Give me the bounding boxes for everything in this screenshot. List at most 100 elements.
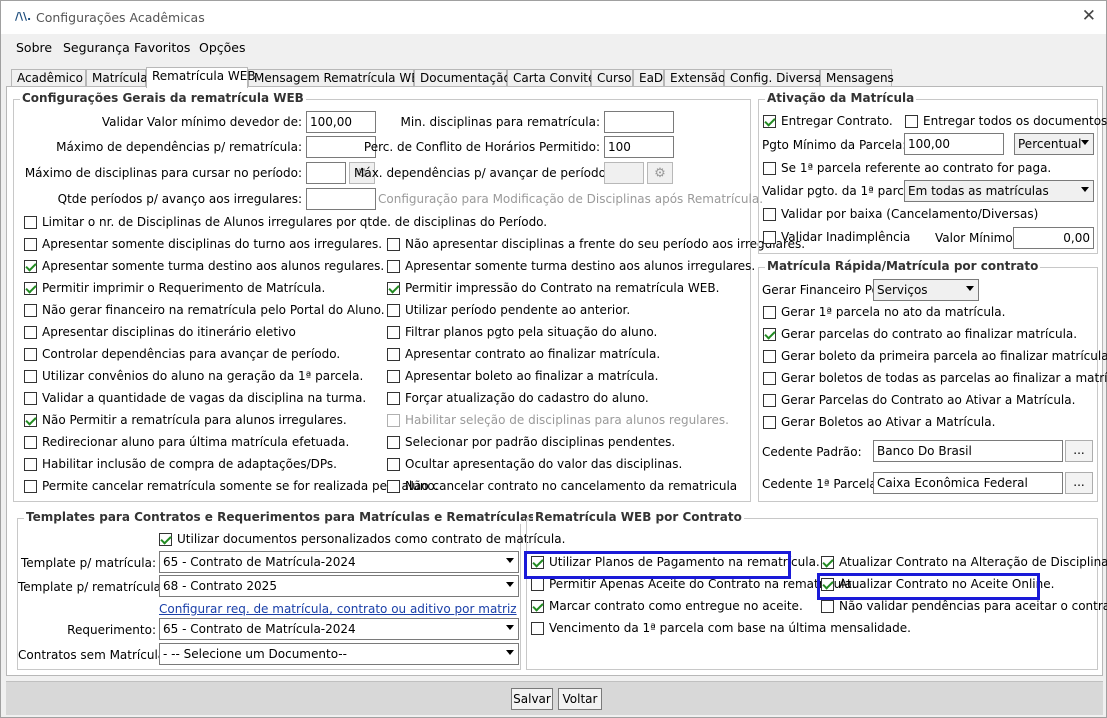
- checkbox-row[interactable]: Gerar boleto da primeira parcela ao fina…: [763, 349, 1107, 363]
- checkbox-box[interactable]: [821, 555, 834, 569]
- checkbox-row[interactable]: Controlar dependências para avançar de p…: [24, 347, 340, 361]
- checkbox-row[interactable]: Redirecionar aluno para última matrícula…: [24, 435, 349, 449]
- validar-pgto-select[interactable]: Em todas as matrículas: [904, 180, 1094, 202]
- checkbox-row[interactable]: Apresentar disciplinas do itinerário ele…: [24, 325, 296, 339]
- checkbox-row[interactable]: Apresentar somente disciplinas do turno …: [24, 237, 382, 251]
- tab-mensagem-rematricula-web[interactable]: Mensagem Rematrícula WEB: [248, 69, 427, 87]
- checkbox-box[interactable]: [24, 391, 37, 405]
- checkbox-box[interactable]: [763, 371, 776, 385]
- checkbox-row[interactable]: Filtrar planos pgto pela situação do alu…: [387, 325, 657, 339]
- checkbox-row[interactable]: Apresentar contrato ao finalizar matrícu…: [387, 347, 660, 361]
- tab-extensao[interactable]: Extensão: [664, 69, 725, 87]
- valor-minimo-input[interactable]: 0,00: [1013, 227, 1094, 249]
- checkbox-box[interactable]: [763, 207, 776, 221]
- checkbox-row[interactable]: Não gerar financeiro na rematrícula pelo…: [24, 303, 385, 317]
- checkbox-box[interactable]: [387, 457, 400, 471]
- checkbox-box[interactable]: [821, 599, 834, 613]
- tab-curso[interactable]: Curso: [591, 69, 633, 87]
- cedente-padrao-input[interactable]: Banco Do Brasil: [873, 440, 1063, 462]
- template-matricula-select[interactable]: 65 - Contrato de Matrícula-2024: [159, 551, 519, 573]
- perc-conflito-input[interactable]: 100: [604, 136, 674, 158]
- checkbox-row[interactable]: Vencimento da 1ª parcela com base na últ…: [531, 621, 911, 635]
- checkbox-box[interactable]: [763, 161, 776, 175]
- menu-sobre[interactable]: Sobre: [16, 40, 52, 55]
- tab-academico[interactable]: Acadêmico: [11, 69, 86, 87]
- cedente-primeira-browse-button[interactable]: ...: [1065, 472, 1093, 494]
- checkbox-box[interactable]: [387, 391, 400, 405]
- checkbox-row[interactable]: Utilizar convênios do aluno na geração d…: [24, 369, 363, 383]
- validar-valor-input[interactable]: 100,00: [306, 111, 376, 133]
- menu-seguranca[interactable]: Segurança: [63, 40, 130, 55]
- tab-mensagens[interactable]: Mensagens: [820, 69, 894, 87]
- checkbox-row[interactable]: Forçar atualização do cadastro do aluno.: [387, 391, 649, 405]
- checkbox-row[interactable]: Selecionar por padrão disciplinas penden…: [387, 435, 675, 449]
- checkbox-box[interactable]: [905, 114, 918, 128]
- checkbox-box[interactable]: [387, 347, 400, 361]
- checkbox-row[interactable]: Utilizar período pendente ao anterior.: [387, 303, 630, 317]
- checkbox-box[interactable]: [24, 281, 37, 295]
- checkbox-box[interactable]: [24, 259, 37, 273]
- menu-favoritos[interactable]: Favoritos: [134, 40, 190, 55]
- checkbox-row[interactable]: Permitir imprimir o Requerimento de Matr…: [24, 281, 325, 295]
- limitar-checkbox[interactable]: Limitar o nr. de Disciplinas de Alunos i…: [24, 215, 547, 229]
- checkbox-row[interactable]: Validar a quantidade de vagas da discipl…: [24, 391, 366, 405]
- checkbox-box[interactable]: [763, 393, 776, 407]
- template-rematricula-select[interactable]: 68 - Contrato 2025: [159, 575, 519, 597]
- checkbox-row[interactable]: Apresentar somente turma destino aos alu…: [24, 259, 384, 273]
- checkbox-box[interactable]: [387, 237, 400, 251]
- checkbox-row[interactable]: Gerar Parcelas do Contrato ao Ativar a M…: [763, 393, 1075, 407]
- entregar-todos-checkbox[interactable]: Entregar todos os documentos.: [905, 114, 1107, 128]
- checkbox-row[interactable]: Permitir Apenas Aceite do Contrato na re…: [531, 577, 856, 591]
- checkbox-box[interactable]: [763, 327, 776, 341]
- checkbox-row[interactable]: Habilitar seleção de disciplinas para al…: [387, 413, 729, 427]
- checkbox-row[interactable]: Gerar boletos de todas as parcelas ao fi…: [763, 371, 1107, 385]
- checkbox-box[interactable]: [763, 114, 776, 128]
- checkbox-box[interactable]: [24, 303, 37, 317]
- pgto-tipo-select[interactable]: Percentual: [1014, 133, 1094, 155]
- checkbox-box[interactable]: [763, 349, 776, 363]
- checkbox-box[interactable]: [531, 599, 544, 613]
- checkbox-box[interactable]: [24, 413, 37, 427]
- min-disciplinas-input[interactable]: [604, 111, 674, 133]
- checkbox-box[interactable]: [24, 237, 37, 251]
- checkbox-row[interactable]: Habilitar inclusão de compra de adaptaçõ…: [24, 457, 337, 471]
- configurar-link[interactable]: Configurar req. de matrícula, contrato o…: [159, 602, 517, 616]
- checkbox-box[interactable]: [387, 303, 400, 317]
- checkbox-box[interactable]: [387, 479, 400, 493]
- checkbox-row[interactable]: Apresentar somente turma destino aos alu…: [387, 259, 755, 273]
- checkbox-box[interactable]: [387, 325, 400, 339]
- back-button[interactable]: Voltar: [558, 688, 602, 710]
- tab-rematricula-web[interactable]: Rematrícula WEB: [146, 67, 256, 88]
- checkbox-box[interactable]: [24, 457, 37, 471]
- checkbox-box[interactable]: [24, 479, 37, 493]
- checkbox-row[interactable]: Não apresentar disciplinas a frente do s…: [387, 237, 805, 251]
- max-dep-avancar-input[interactable]: [604, 162, 644, 184]
- save-button[interactable]: Salvar: [511, 688, 553, 710]
- checkbox-row[interactable]: Permite cancelar rematrícula somente se …: [24, 479, 438, 493]
- checkbox-box[interactable]: [763, 230, 776, 244]
- primeira-parcela-checkbox[interactable]: Se 1ª parcela referente ao contrato for …: [763, 161, 1051, 175]
- checkbox-box[interactable]: [387, 259, 400, 273]
- close-icon[interactable]: ✕: [1082, 6, 1096, 26]
- checkbox-row[interactable]: Atualizar Contrato na Alteração de Disci…: [821, 555, 1107, 569]
- checkbox-row[interactable]: Marcar contrato como entregue no aceite.: [531, 599, 803, 613]
- cedente-padrao-browse-button[interactable]: ...: [1065, 440, 1093, 462]
- tab-carta-convite[interactable]: Carta Convite: [507, 69, 595, 87]
- checkbox-box[interactable]: [387, 281, 400, 295]
- gerar-financeiro-select[interactable]: Serviços: [873, 279, 979, 301]
- max-disciplinas-input[interactable]: [306, 162, 346, 184]
- checkbox-row[interactable]: Não cancelar contrato no cancelamento da…: [387, 479, 737, 493]
- checkbox-box[interactable]: [159, 532, 172, 546]
- tab-documentacao[interactable]: Documentação: [414, 69, 511, 87]
- validar-baixa-checkbox[interactable]: Validar por baixa (Cancelamento/Diversas…: [763, 207, 1038, 221]
- checkbox-box[interactable]: [24, 325, 37, 339]
- menu-opcoes[interactable]: Opções: [199, 40, 246, 55]
- tab-ead[interactable]: EaD: [633, 69, 664, 87]
- sem-matricula-select[interactable]: - -- Selecione um Documento--: [159, 643, 519, 665]
- validar-inadimplencia-checkbox[interactable]: Validar Inadimplência: [763, 230, 910, 244]
- gear-icon[interactable]: ⚙: [647, 162, 673, 184]
- checkbox-box[interactable]: [24, 369, 37, 383]
- checkbox-box[interactable]: [24, 215, 37, 229]
- checkbox-row[interactable]: Ocultar apresentação do valor das discip…: [387, 457, 682, 471]
- checkbox-box[interactable]: [387, 413, 400, 427]
